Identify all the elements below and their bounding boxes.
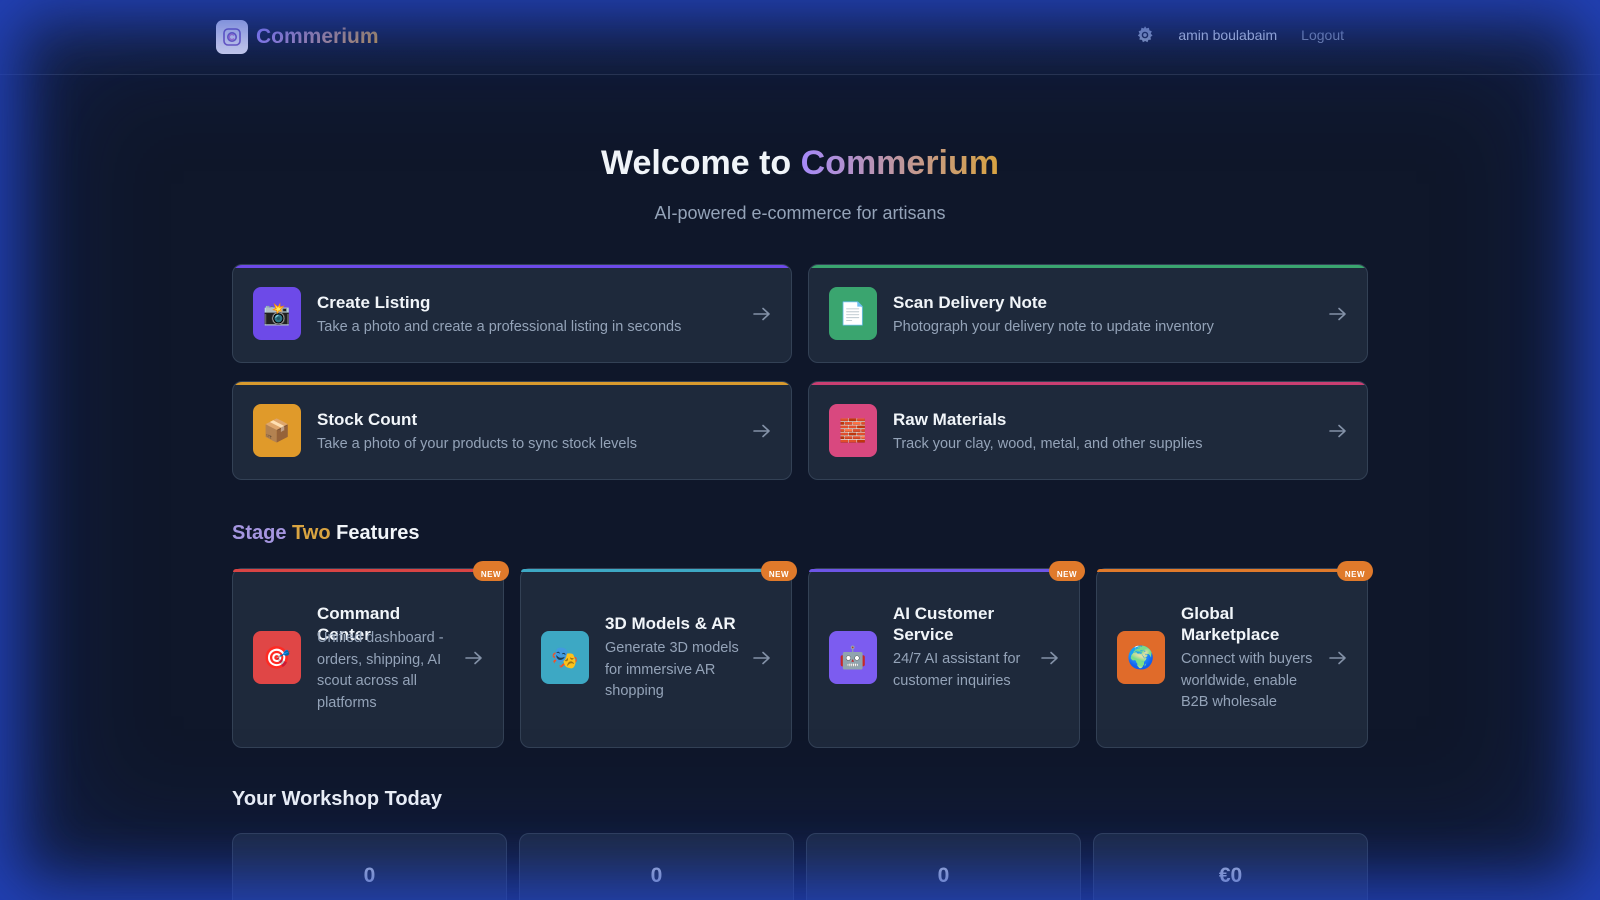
stat-card: 0 xyxy=(232,833,507,900)
feature-card[interactable]: NEW 🤖 AI Customer Service 24/7 AI assistant… xyxy=(808,561,1085,748)
stage-two-heading: Stage Two Features xyxy=(232,522,420,544)
stat-value: 0 xyxy=(937,864,950,887)
action-card[interactable]: 📄 Scan Delivery Note Photograph your deliv… xyxy=(808,264,1368,363)
card-title: Scan Delivery Note xyxy=(893,293,1048,312)
app-window: Commerium amin boulabaim Logout Welcome … xyxy=(0,0,1600,900)
card-description: Take a photo of your products to sync st… xyxy=(317,436,637,452)
card-accent-bar xyxy=(809,382,1367,385)
card-title: Global Marketplace xyxy=(1181,604,1280,644)
new-badge: NEW xyxy=(473,561,509,581)
card-description: Connect with buyers worldwide, enable B2… xyxy=(1181,651,1313,710)
arrow-right-icon xyxy=(753,424,771,438)
stat-card: 0 xyxy=(519,833,794,900)
arrow-right-icon xyxy=(753,651,771,665)
arrow-right-icon xyxy=(1329,651,1347,665)
camera-flash-icon: 📸 xyxy=(253,287,301,340)
globe-icon: 🌍 xyxy=(1117,631,1165,684)
card-accent-bar xyxy=(809,265,1367,268)
new-badge: NEW xyxy=(1049,561,1085,581)
package-icon: 📦 xyxy=(253,404,301,457)
card-accent-bar xyxy=(233,265,791,268)
new-badge: NEW xyxy=(1337,561,1373,581)
robot-icon: 🤖 xyxy=(829,631,877,684)
card-description: Take a photo and create a professional l… xyxy=(317,319,682,335)
card-description: Photograph your delivery note to update … xyxy=(893,319,1214,335)
card-accent-bar xyxy=(809,569,1079,572)
workshop-heading: Your Workshop Today xyxy=(232,788,443,810)
target-icon: 🎯 xyxy=(253,631,301,684)
card-accent-bar xyxy=(1097,569,1367,572)
feature-card[interactable]: NEW 🎭 3D Models & AR Generate 3D models for… xyxy=(520,561,797,748)
document-icon: 📄 xyxy=(829,287,877,340)
card-description: Generate 3D models for immersive AR shop… xyxy=(605,640,739,699)
arrow-right-icon xyxy=(1041,651,1059,665)
card-accent-bar xyxy=(521,569,791,572)
logout-link[interactable]: Logout xyxy=(1301,27,1344,43)
arrow-right-icon xyxy=(1329,424,1347,438)
title-brand: Commerium xyxy=(800,144,999,182)
brand-name: Commerium xyxy=(256,25,379,48)
title-prefix: Welcome to xyxy=(600,144,801,182)
user-name[interactable]: amin boulabaim xyxy=(1178,27,1277,43)
brand[interactable]: Commerium xyxy=(216,20,379,54)
action-card[interactable]: 📸 Create Listing Take a photo and create a… xyxy=(232,264,792,363)
stat-card: €0 xyxy=(1093,833,1368,900)
arrow-right-icon xyxy=(1329,307,1347,321)
action-card[interactable]: 🧱 Raw Materials Track your clay, wood, met… xyxy=(808,381,1368,480)
card-description: Track your clay, wood, metal, and other … xyxy=(893,436,1203,452)
bricks-icon: 🧱 xyxy=(829,404,877,457)
page-subtitle: AI-powered e-commerce for artisans xyxy=(654,203,946,223)
card-description: 24/7 AI assistant for customer inquiries xyxy=(893,651,1021,689)
card-title: Create Listing xyxy=(317,293,431,312)
card-description: Unified dashboard - orders, shipping, AI… xyxy=(317,630,444,711)
card-title: 3D Models & AR xyxy=(605,614,736,633)
top-nav: Commerium amin boulabaim Logout xyxy=(0,0,1600,75)
action-card[interactable]: 📦 Stock Count Take a photo of your product… xyxy=(232,381,792,480)
card-title: AI Customer Service xyxy=(893,604,995,644)
card-title: Stock Count xyxy=(317,410,418,429)
stat-value: 0 xyxy=(650,864,663,887)
stat-card: 0 xyxy=(806,833,1081,900)
commerium-logo-icon xyxy=(216,20,248,54)
ar-mask-icon: 🎭 xyxy=(541,631,589,684)
arrow-right-icon xyxy=(753,307,771,321)
new-badge: NEW xyxy=(761,561,797,581)
card-accent-bar xyxy=(233,569,503,572)
card-title: Raw Materials xyxy=(893,410,1007,429)
stat-value: €0 xyxy=(1218,864,1243,887)
page-title: Welcome to Commerium xyxy=(0,144,1600,183)
feature-card[interactable]: NEW 🌍 Global Marketplace Connect with buyer… xyxy=(1096,561,1373,748)
arrow-right-icon xyxy=(465,651,483,665)
card-accent-bar xyxy=(233,382,791,385)
stat-value: 0 xyxy=(363,864,376,887)
feature-card[interactable]: NEW 🎯 Command Center Unified dashboard - or… xyxy=(232,561,509,748)
gear-icon[interactable] xyxy=(1134,24,1156,46)
